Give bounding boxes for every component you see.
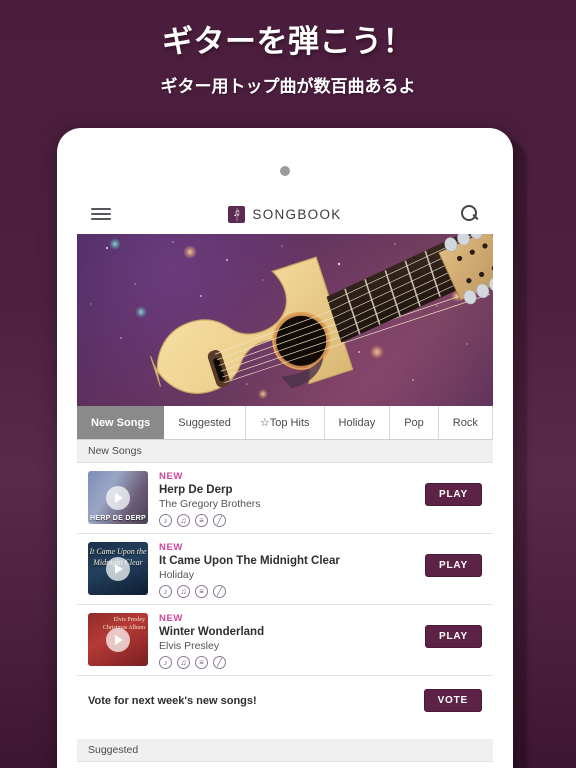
vote-prompt-text: Vote for next week's new songs! [88, 694, 257, 707]
play-button[interactable]: PLAY [425, 554, 482, 577]
category-tab-bar[interactable]: New Songs Suggested ☆Top Hits Holiday Po… [77, 406, 493, 440]
promo-headline: ギターを弾こう！ [162, 24, 414, 59]
song-format-icons: ♪ ♫ ≡ ╱ [159, 656, 425, 669]
album-thumbnail[interactable]: It Came Upon the Midnight Clear [88, 542, 148, 595]
hamburger-menu-icon[interactable] [91, 208, 111, 220]
status-badge: NEW [159, 471, 183, 482]
song-list-item[interactable]: HERP DE DERP NEW Herp De Derp The Gregor… [77, 463, 493, 534]
slash-chord-icon[interactable]: ╱ [213, 514, 226, 527]
play-overlay-icon[interactable] [106, 556, 130, 581]
tab-icon[interactable]: ≡ [195, 585, 208, 598]
search-icon[interactable] [461, 205, 479, 223]
album-thumbnail[interactable]: HERP DE DERP [88, 471, 148, 524]
play-button[interactable]: PLAY [425, 625, 482, 648]
song-list-item[interactable]: NEW [77, 762, 493, 768]
song-artist: Elvis Presley [159, 640, 220, 652]
promo-subheadline: ギター用トップ曲が数百曲あるよ [160, 76, 416, 96]
song-list-item[interactable]: Elvis Presley Christmas Album NEW Winter… [77, 605, 493, 676]
tab-rock[interactable]: Rock [438, 406, 493, 439]
song-list-item[interactable]: It Came Upon the Midnight Clear NEW It C… [77, 534, 493, 605]
hero-guitar-image [77, 234, 493, 406]
note-icon[interactable]: ♪ [159, 585, 172, 598]
play-overlay-icon[interactable] [106, 485, 130, 510]
song-list-suggested: NEW [77, 762, 493, 768]
note-icon[interactable]: ♪ [159, 514, 172, 527]
songbook-music-note-icon: ♫ [228, 205, 246, 223]
tab-top-hits[interactable]: ☆Top Hits [245, 406, 325, 439]
album-thumbnail[interactable]: Elvis Presley Christmas Album [88, 613, 148, 666]
album-art-caption: HERP DE DERP [90, 515, 146, 522]
song-title: Herp De Derp [159, 484, 233, 496]
tab-holiday[interactable]: Holiday [324, 406, 391, 439]
tab-icon[interactable]: ≡ [195, 656, 208, 669]
slash-chord-icon[interactable]: ╱ [213, 656, 226, 669]
song-format-icons: ♪ ♫ ≡ ╱ [159, 514, 425, 527]
brand-name: SONGBOOK [252, 206, 342, 222]
notes-icon[interactable]: ♫ [177, 656, 190, 669]
section-header-suggested: Suggested [77, 739, 493, 762]
song-meta: NEW Winter Wonderland Elvis Presley ♪ ♫ … [148, 613, 425, 669]
notes-icon[interactable]: ♫ [177, 585, 190, 598]
song-artist: Holiday [159, 569, 195, 581]
tab-icon[interactable]: ≡ [195, 514, 208, 527]
tablet-screen: ♫ SONGBOOK New Songs Suggested ☆Top Hits… [77, 194, 493, 768]
song-list-new-songs: HERP DE DERP NEW Herp De Derp The Gregor… [77, 463, 493, 725]
tablet-device-frame: ♫ SONGBOOK New Songs Suggested ☆Top Hits… [57, 128, 513, 768]
app-header: ♫ SONGBOOK [77, 194, 493, 234]
song-artist: The Gregory Brothers [159, 498, 261, 510]
section-divider [77, 725, 493, 739]
tab-suggested[interactable]: Suggested [164, 406, 246, 439]
tablet-camera-dot [280, 166, 290, 176]
promo-banner: ギターを弾こう！ ギター用トップ曲が数百曲あるよ [0, 0, 576, 120]
vote-banner: Vote for next week's new songs! VOTE [77, 676, 493, 725]
status-badge: NEW [159, 542, 183, 553]
song-format-icons: ♪ ♫ ≡ ╱ [159, 585, 425, 598]
play-overlay-icon[interactable] [106, 627, 130, 652]
vote-button[interactable]: VOTE [423, 689, 482, 712]
song-meta: NEW Herp De Derp The Gregory Brothers ♪ … [148, 471, 425, 527]
tab-pop[interactable]: Pop [390, 406, 439, 439]
song-meta: NEW It Came Upon The Midnight Clear Holi… [148, 542, 425, 598]
song-title: It Came Upon The Midnight Clear [159, 555, 340, 567]
tab-new-songs[interactable]: New Songs [77, 406, 165, 439]
slash-chord-icon[interactable]: ╱ [213, 585, 226, 598]
section-header-new-songs: New Songs [77, 440, 493, 463]
status-badge: NEW [159, 613, 183, 624]
brand-lockup: ♫ SONGBOOK [77, 205, 493, 223]
note-icon[interactable]: ♪ [159, 656, 172, 669]
play-button[interactable]: PLAY [425, 483, 482, 506]
song-title: Winter Wonderland [159, 626, 265, 638]
notes-icon[interactable]: ♫ [177, 514, 190, 527]
